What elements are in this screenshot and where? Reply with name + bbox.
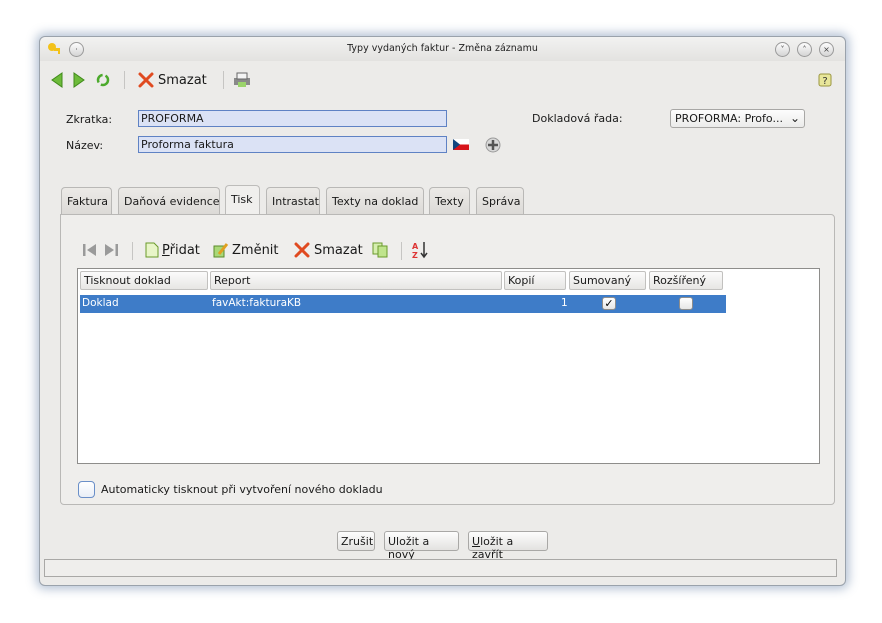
tab-sprava[interactable]: Správa [476, 187, 524, 214]
delete-row-label: Smazat [314, 242, 363, 258]
tab-danova-evidence[interactable]: Daňová evidence [118, 187, 220, 214]
table-row[interactable]: Doklad favAkt:fakturaKB 1 ✓ [80, 295, 726, 313]
change-row-label: Změnit [232, 242, 279, 258]
arrow-left-icon [51, 72, 63, 88]
delete-button[interactable]: Smazat [137, 69, 207, 91]
skip-last-icon [105, 244, 118, 256]
checkbox-rozsireny[interactable] [679, 297, 693, 310]
column-header-tisknout[interactable]: Tisknout doklad [80, 271, 208, 290]
column-header-kopii[interactable]: Kopií [504, 271, 566, 290]
tab-texty-na-doklad[interactable]: Texty na doklad [326, 187, 424, 214]
delete-row-button[interactable]: Smazat [293, 239, 363, 261]
nazev-input[interactable]: Proforma faktura [138, 136, 447, 153]
close-button[interactable]: × [819, 42, 834, 57]
svg-text:?: ? [822, 76, 827, 87]
main-toolbar: Smazat ? [40, 61, 845, 99]
printer-icon [234, 72, 250, 87]
title-bar: · Typy vydaných faktur - Změna záznamu ˅… [40, 37, 845, 61]
cell-tisknout: Doklad [82, 297, 119, 309]
forward-button[interactable] [72, 69, 86, 91]
dialog-window: · Typy vydaných faktur - Změna záznamu ˅… [39, 36, 846, 586]
tab-panel-tisk: Přidat Změnit Smazat AZ Tisknout doklad … [60, 214, 835, 505]
auto-print-label: Automaticky tisknout při vytvoření novéh… [101, 483, 383, 496]
window-title: Typy vydaných faktur - Změna záznamu [347, 43, 538, 54]
tab-texty[interactable]: Texty [429, 187, 470, 214]
nazev-label: Název: [66, 139, 104, 152]
new-document-icon [145, 242, 159, 258]
last-record-button[interactable] [104, 239, 120, 261]
save-and-new-button[interactable]: Uložit a nový [384, 531, 459, 561]
svg-text:A: A [412, 242, 419, 251]
arrow-right-icon [73, 72, 85, 88]
back-button[interactable] [50, 69, 64, 91]
status-bar [44, 559, 837, 577]
save-new-label-a: Uložit a [388, 535, 430, 548]
help-button[interactable]: ? [817, 69, 833, 91]
edit-pencil-icon [213, 243, 229, 258]
delete-x-icon [138, 72, 154, 88]
add-row-label: Přidat [162, 242, 200, 258]
column-header-report[interactable]: Report [210, 271, 502, 290]
change-row-button[interactable]: Změnit [213, 239, 279, 261]
checkbox-sumovany[interactable]: ✓ [602, 297, 616, 310]
cell-report: favAkt:fakturaKB [212, 297, 302, 309]
sort-az-icon: AZ [412, 242, 428, 260]
save-and-close-button[interactable]: Uložit a zavřít [468, 531, 548, 561]
maximize-button[interactable]: ˄ [797, 42, 812, 57]
tab-tisk[interactable]: Tisk [225, 185, 260, 215]
minimize-button[interactable]: ˅ [775, 42, 790, 57]
czech-flag-icon[interactable] [453, 139, 469, 153]
skip-first-icon [83, 244, 96, 256]
first-record-button[interactable] [81, 239, 97, 261]
column-header-sumovany[interactable]: Sumovaný [569, 271, 646, 290]
tab-faktura[interactable]: Faktura [61, 187, 112, 214]
refresh-button[interactable] [95, 69, 111, 91]
cancel-button[interactable]: Zrušit [337, 531, 375, 551]
inner-toolbar-separator [401, 242, 402, 260]
help-icon: ? [818, 73, 832, 87]
copy-icon [372, 242, 388, 258]
auto-print-checkbox[interactable] [78, 481, 95, 498]
toolbar-separator [223, 71, 224, 89]
rada-select-value: PROFORMA: Profo... [675, 112, 783, 125]
delete-button-label: Smazat [158, 72, 207, 88]
refresh-icon [96, 73, 110, 87]
add-row-button[interactable]: Přidat [145, 239, 200, 261]
inner-toolbar-separator [132, 242, 133, 260]
delete-x-icon [294, 242, 310, 258]
copy-row-button[interactable] [371, 239, 389, 261]
zkratka-label: Zkratka: [66, 113, 113, 126]
chevron-down-icon: ⌄ [789, 111, 800, 125]
sort-button[interactable]: AZ [411, 239, 429, 261]
zkratka-input[interactable]: PROFORMA [138, 110, 447, 127]
print-reports-table: Tisknout doklad Report Kopií Sumovaný Ro… [77, 268, 820, 464]
add-language-icon[interactable] [485, 137, 501, 156]
print-button[interactable] [232, 69, 252, 91]
column-header-rozsireny[interactable]: Rozšířený [649, 271, 723, 290]
svg-text:Z: Z [412, 251, 418, 260]
cell-kopii: 1 [561, 297, 568, 309]
toolbar-separator [124, 71, 125, 89]
save-close-label-u: U [472, 535, 481, 548]
rada-label: Dokladová řada: [532, 112, 623, 125]
rada-select[interactable]: PROFORMA: Profo... ⌄ [670, 109, 805, 128]
tab-intrastat[interactable]: Intrastat [266, 187, 320, 214]
